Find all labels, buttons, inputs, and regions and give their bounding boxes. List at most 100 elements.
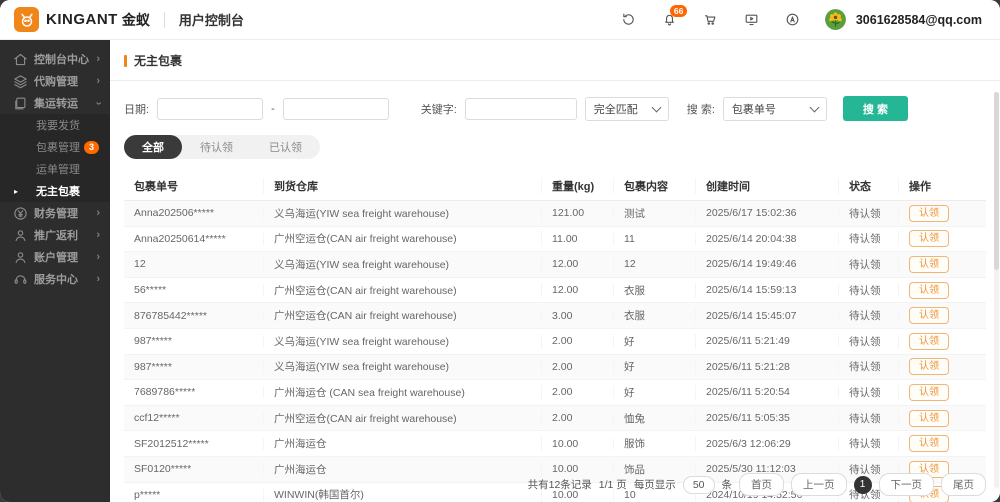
cell-content: 衣服: [614, 283, 696, 298]
cell-package-no: Anna202506*****: [124, 207, 264, 219]
claim-button[interactable]: 认领: [909, 333, 949, 350]
last-page-button[interactable]: 尾页: [941, 473, 986, 496]
cell-status: 待认领: [839, 257, 899, 272]
column-header-重量(kg): 重量(kg): [542, 178, 614, 194]
user-email[interactable]: 3061628584@qq.com: [856, 13, 982, 27]
claim-button[interactable]: 认领: [909, 230, 949, 247]
vertical-scrollbar[interactable]: [994, 92, 999, 488]
sidebar-subitem-包裹管理[interactable]: 包裹管理3: [0, 136, 110, 158]
sidebar-item-服务中心[interactable]: 服务中心›: [0, 268, 110, 290]
date-from-input[interactable]: [157, 98, 263, 120]
user-circle-icon[interactable]: [784, 12, 801, 27]
freight-icon: [13, 96, 28, 111]
tab-待认领[interactable]: 待认领: [182, 135, 251, 159]
chevron-down-icon: [651, 102, 661, 112]
chevron-right-icon: ›: [96, 252, 100, 263]
claim-button[interactable]: 认领: [909, 410, 949, 427]
cell-content: 好: [614, 385, 696, 400]
cell-action: 认领: [899, 435, 986, 452]
cell-status: 待认领: [839, 411, 899, 426]
table-row: 12义乌海运(YIW sea freight warehouse)12.0012…: [124, 252, 986, 278]
sidebar-subitem-我要发货[interactable]: 我要发货: [0, 114, 110, 136]
cell-warehouse: 广州空运仓(CAN air freight warehouse): [264, 411, 542, 426]
cell-warehouse: 义乌海运(YIW sea freight warehouse): [264, 359, 542, 374]
sidebar-subitem-运单管理[interactable]: 运单管理: [0, 158, 110, 180]
claim-button[interactable]: 认领: [909, 435, 949, 452]
sidebar-subitem-无主包裹[interactable]: ▸ 无主包裹: [0, 180, 110, 202]
cell-warehouse: 广州海运仓: [264, 436, 542, 451]
cell-created: 2025/6/14 15:59:13: [696, 284, 839, 296]
claim-button[interactable]: 认领: [909, 256, 949, 273]
purchase-icon: [13, 74, 28, 89]
cell-created: 2025/6/14 19:49:46: [696, 258, 839, 270]
sidebar-item-控制台中心[interactable]: 控制台中心›: [0, 48, 110, 70]
cell-status: 待认领: [839, 283, 899, 298]
search-type-select[interactable]: 包裹单号: [723, 97, 827, 121]
cell-weight: 121.00: [542, 207, 614, 219]
sidebar-item-label: 账户管理: [34, 249, 78, 265]
prev-page-button[interactable]: 上一页: [791, 473, 847, 496]
per-page-input[interactable]: 50: [683, 476, 715, 494]
tab-全部[interactable]: 全部: [124, 135, 182, 159]
search-type-label: 搜 索:: [687, 101, 715, 117]
topbar-divider: [164, 12, 165, 28]
records-summary: 共有12条记录: [528, 477, 592, 492]
finance-icon: [13, 206, 28, 221]
active-marker-icon: ▸: [14, 187, 18, 196]
sidebar-item-推广返利[interactable]: 推广返利›: [0, 224, 110, 246]
cell-action: 认领: [899, 230, 986, 247]
page-header: 无主包裹: [124, 52, 986, 69]
sidebar-item-财务管理[interactable]: 财务管理›: [0, 202, 110, 224]
current-page-button[interactable]: 1: [854, 476, 872, 494]
claim-button[interactable]: 认领: [909, 358, 949, 375]
keyword-input[interactable]: [465, 98, 577, 120]
chevron-right-icon: ›: [96, 230, 100, 241]
table-row: 56*****广州空运仓(CAN air freight warehouse)1…: [124, 278, 986, 304]
cell-package-no: ccf12*****: [124, 412, 264, 424]
match-type-select[interactable]: 完全匹配: [585, 97, 669, 121]
date-to-input[interactable]: [283, 98, 389, 120]
cell-status: 待认领: [839, 359, 899, 374]
first-page-button[interactable]: 首页: [739, 473, 784, 496]
search-button[interactable]: 搜 索: [843, 96, 908, 121]
cell-created: 2025/6/3 12:06:29: [696, 438, 839, 450]
monitor-icon[interactable]: [743, 12, 760, 27]
brand-name: KINGANT: [46, 11, 118, 28]
sidebar-subitem-label: 无主包裹: [36, 183, 80, 199]
cell-action: 认领: [899, 333, 986, 350]
cell-package-no: 987*****: [124, 335, 264, 347]
sidebar-item-账户管理[interactable]: 账户管理 ›: [0, 246, 110, 268]
cell-status: 待认领: [839, 308, 899, 323]
sidebar-item-label: 服务中心: [34, 271, 78, 287]
cell-created: 2025/6/14 15:45:07: [696, 310, 839, 322]
claim-button[interactable]: 认领: [909, 282, 949, 299]
cart-icon[interactable]: [702, 12, 719, 27]
cell-created: 2025/6/11 5:21:28: [696, 361, 839, 373]
cell-content: 衣服: [614, 308, 696, 323]
scrollbar-thumb[interactable]: [994, 92, 999, 270]
table-row: Anna20250614*****广州空运仓(CAN air freight w…: [124, 227, 986, 253]
sidebar-item-代购管理[interactable]: 代购管理›: [0, 70, 110, 92]
table-row: 876785442*****广州空运仓(CAN air freight ware…: [124, 303, 986, 329]
claim-button[interactable]: 认领: [909, 384, 949, 401]
claim-button[interactable]: 认领: [909, 205, 949, 222]
column-header-包裹内容: 包裹内容: [614, 178, 696, 194]
cell-warehouse: 广州空运仓(CAN air freight warehouse): [264, 231, 542, 246]
chevron-down-icon: ›: [93, 101, 104, 105]
sidebar-item-集运转运[interactable]: 集运转运›: [0, 92, 110, 114]
table-header-row: 包裹单号到货仓库重量(kg)包裹内容创建时间状态操作: [124, 171, 986, 201]
sidebar-subitem-label: 包裹管理: [36, 139, 80, 155]
cell-content: 服饰: [614, 436, 696, 451]
next-page-button[interactable]: 下一页: [879, 473, 935, 496]
user-avatar[interactable]: [825, 9, 846, 30]
claim-button[interactable]: 认领: [909, 307, 949, 324]
header-divider: [110, 80, 1000, 81]
cell-weight: 2.00: [542, 361, 614, 373]
cell-status: 待认领: [839, 206, 899, 221]
console-title: 用户控制台: [179, 10, 244, 29]
history-icon[interactable]: [620, 12, 637, 27]
cell-warehouse: 广州空运仓(CAN air freight warehouse): [264, 308, 542, 323]
bell-icon[interactable]: 66: [661, 12, 678, 27]
cell-package-no: 876785442*****: [124, 310, 264, 322]
tab-已认领[interactable]: 已认领: [251, 135, 320, 159]
